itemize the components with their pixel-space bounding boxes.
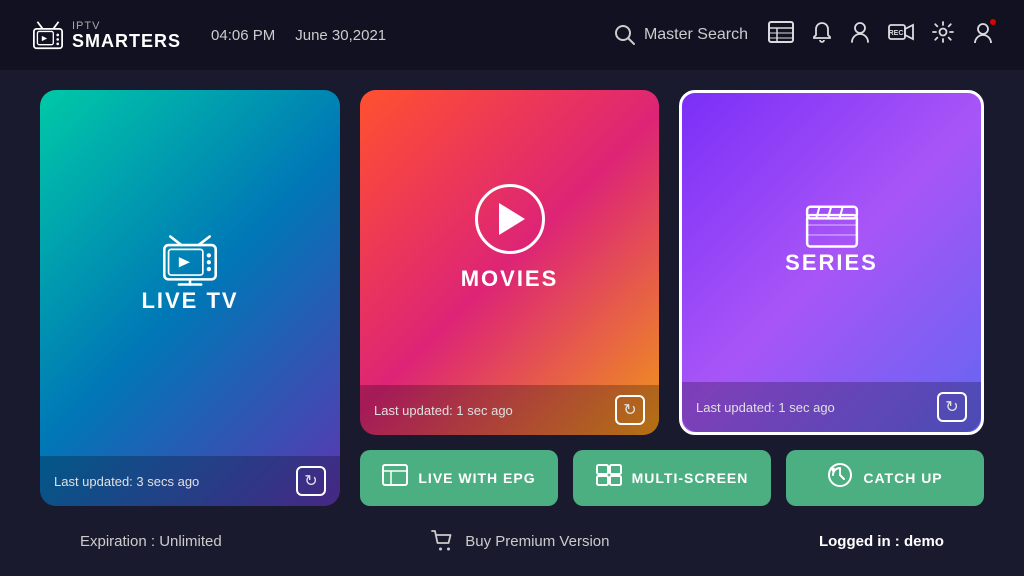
expiration-text: Expiration : Unlimited [80,533,222,550]
guide-icon[interactable] [768,21,794,49]
live-with-epg-button[interactable]: LIVE WITH EPG [360,450,558,506]
logo-smarters-text: SMARTERS [72,32,181,50]
multi-screen-icon [596,464,622,492]
search-icon [614,24,636,46]
record-icon[interactable]: REC [888,22,914,48]
cards-row: LIVE TV Last updated: 3 secs ago ↻ MOVIE… [40,90,984,506]
series-card[interactable]: SERIES Last updated: 1 sec ago ↻ [679,90,984,435]
logo-tv-icon [30,20,66,50]
series-refresh-button[interactable]: ↻ [937,392,967,422]
live-tv-refresh-button[interactable]: ↻ [296,466,326,496]
movies-label: MOVIES [461,266,559,292]
logo-text: IPTV SMARTERS [72,21,181,50]
header-icons: REC [768,21,994,49]
username: demo [904,533,944,550]
header: IPTV SMARTERS 04:06 PM June 30,2021 Mast… [0,0,1024,70]
movies-footer: Last updated: 1 sec ago ↻ [360,385,659,435]
top-right-cards: MOVIES Last updated: 1 sec ago ↻ [360,90,984,435]
settings-icon[interactable] [932,21,954,49]
epg-icon [382,464,408,492]
main-content: LIVE TV Last updated: 3 secs ago ↻ MOVIE… [0,70,1024,576]
multi-screen-button[interactable]: MULTI-SCREEN [573,450,771,506]
right-cards: MOVIES Last updated: 1 sec ago ↻ [360,90,984,506]
profile-icon[interactable] [972,21,994,49]
premium-label: Buy Premium Version [465,533,609,550]
notification-icon[interactable] [812,21,832,49]
live-tv-card[interactable]: LIVE TV Last updated: 3 secs ago ↻ [40,90,340,506]
series-label: SERIES [785,250,878,276]
catch-up-button[interactable]: CATCH UP [786,450,984,506]
catch-up-icon [827,462,853,494]
live-tv-icon [160,233,220,288]
footer: Expiration : Unlimited Buy Premium Versi… [40,521,984,561]
premium-button[interactable]: Buy Premium Version [431,530,609,552]
live-epg-label: LIVE WITH EPG [418,470,535,486]
live-tv-update-text: Last updated: 3 secs ago [54,474,199,489]
multi-screen-label: MULTI-SCREEN [632,470,749,486]
user-icon[interactable] [850,21,870,49]
bottom-buttons: LIVE WITH EPG MULTI-SCREEN [360,450,984,506]
header-date: June 30,2021 [295,27,386,44]
play-triangle [499,203,525,235]
search-label: Master Search [644,26,748,44]
header-time: 04:06 PM [211,27,275,44]
cart-icon [431,530,455,552]
search-bar[interactable]: Master Search [614,24,748,46]
series-clapper-icon [803,200,861,250]
movies-card[interactable]: MOVIES Last updated: 1 sec ago ↻ [360,90,659,435]
series-footer: Last updated: 1 sec ago ↻ [682,382,981,432]
series-update-text: Last updated: 1 sec ago [696,400,835,415]
logo: IPTV SMARTERS [30,20,181,50]
live-tv-label: LIVE TV [141,288,238,314]
movies-refresh-button[interactable]: ↻ [615,395,645,425]
movies-update-text: Last updated: 1 sec ago [374,403,513,418]
logo-iptv-text: IPTV [72,21,181,32]
svg-text:REC: REC [889,30,904,37]
logged-in-text: Logged in : demo [819,533,944,550]
live-tv-footer: Last updated: 3 secs ago ↻ [40,456,340,506]
catch-up-label: CATCH UP [863,470,942,486]
movies-play-icon [475,184,545,254]
